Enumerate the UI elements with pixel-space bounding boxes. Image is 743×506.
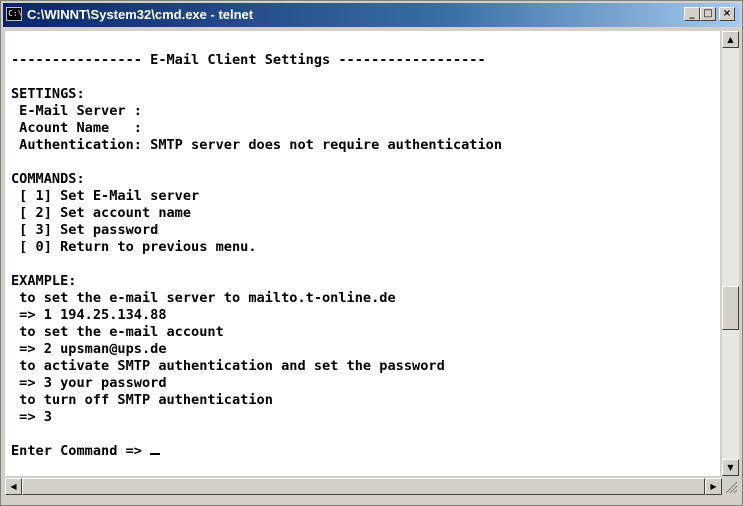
console-line: to activate SMTP authentication and set … — [19, 358, 445, 374]
vertical-scroll-thumb[interactable] — [722, 286, 739, 330]
console-line: Acount Name : — [19, 120, 142, 136]
console-line: => 3 — [19, 409, 52, 425]
text-cursor — [150, 453, 161, 455]
console-line: to set the e-mail server to mailto.t-onl… — [19, 290, 396, 306]
console-output[interactable]: ---------------- E-Mail Client Settings … — [5, 31, 720, 476]
console-line: ---------------- E-Mail Client Settings … — [11, 52, 486, 68]
console-line: [ 0] Return to previous menu. — [19, 239, 257, 255]
console-line: SETTINGS: — [11, 86, 85, 102]
console-line: [ 1] Set E-Mail server — [19, 188, 200, 204]
console-line: COMMANDS: — [11, 171, 85, 187]
console-window: C:\ C:\WINNT\System32\cmd.exe - telnet _… — [0, 0, 743, 506]
scroll-left-arrow-icon[interactable]: ◀ — [5, 478, 22, 495]
scroll-right-arrow-icon[interactable]: ▶ — [705, 478, 722, 495]
scroll-down-arrow-icon[interactable]: ▼ — [722, 459, 739, 476]
vertical-scrollbar[interactable]: ▲ ▼ — [722, 31, 739, 476]
title-bar[interactable]: C:\ C:\WINNT\System32\cmd.exe - telnet _… — [3, 3, 740, 27]
console-line: => 2 upsman@ups.de — [19, 341, 167, 357]
console-line: Authentication: SMTP server does not req… — [19, 137, 503, 153]
horizontal-scroll-thumb[interactable] — [22, 478, 705, 495]
console-line: [ 2] Set account name — [19, 205, 192, 221]
horizontal-scrollbar[interactable]: ◀ ▶ — [5, 478, 722, 495]
console-line: EXAMPLE: — [11, 273, 77, 289]
console-text: ---------------- E-Mail Client Settings … — [11, 35, 502, 460]
console-line: [ 3] Set password — [19, 222, 159, 238]
console-line: Enter Command => — [11, 443, 151, 459]
console-line: to set the e-mail account — [19, 324, 224, 340]
maximize-button[interactable]: □ — [700, 7, 716, 21]
resize-grip-icon[interactable] — [722, 478, 739, 495]
scroll-up-arrow-icon[interactable]: ▲ — [722, 31, 739, 48]
minimize-button[interactable]: _ — [684, 7, 700, 21]
console-line: => 3 your password — [19, 375, 167, 391]
close-button[interactable]: × — [719, 7, 735, 21]
window-title: C:\WINNT\System32\cmd.exe - telnet — [27, 7, 254, 22]
cmd-icon[interactable]: C:\ — [6, 7, 22, 21]
console-line: to turn off SMTP authentication — [19, 392, 273, 408]
console-line: => 1 194.25.134.88 — [19, 307, 167, 323]
resize-grip-lines — [725, 481, 738, 494]
console-line: E-Mail Server : — [19, 103, 142, 119]
